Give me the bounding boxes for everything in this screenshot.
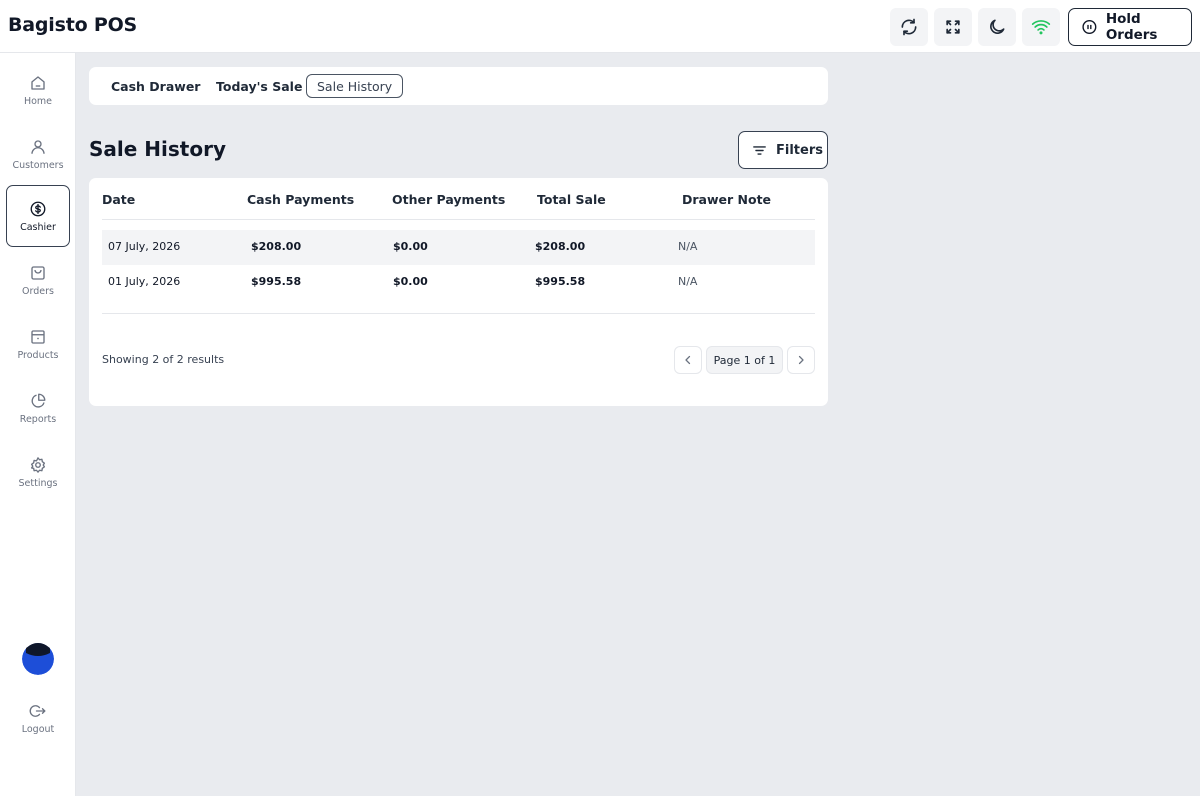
divider [102, 313, 815, 314]
logout-button[interactable]: Logout [6, 687, 70, 749]
sidebar-item-settings[interactable]: Settings [6, 441, 70, 503]
hold-orders-label: Hold Orders [1105, 11, 1158, 43]
pie-chart-icon [31, 393, 46, 408]
fullscreen-button[interactable] [934, 8, 972, 46]
cell-total-sale: $208.00 [535, 240, 586, 253]
column-header-cash-payments[interactable]: Cash Payments [247, 192, 354, 207]
sidebar-item-label: Products [17, 349, 59, 361]
column-header-other-payments[interactable]: Other Payments [392, 192, 505, 207]
results-count: Showing 2 of 2 results [102, 353, 225, 366]
moon-icon [990, 19, 1005, 34]
cell-total-sale: $995.58 [535, 275, 586, 288]
sidebar-item-label: Cashier [20, 221, 56, 233]
table-row[interactable]: 07 July, 2026 $208.00 $0.00 $208.00 N/A [102, 230, 815, 265]
pause-icon [1082, 19, 1097, 35]
sidebar-item-label: Orders [22, 285, 54, 297]
sidebar-item-label: Settings [18, 477, 58, 489]
refresh-icon [901, 18, 917, 36]
cell-other-payments: $0.00 [393, 275, 428, 288]
app-title: Bagisto POS [8, 14, 138, 36]
avatar[interactable] [22, 643, 54, 675]
cell-cash-payments: $208.00 [251, 240, 302, 253]
filters-label: Filters [776, 142, 823, 158]
page-title: Sale History [89, 137, 226, 161]
previous-page-button[interactable] [674, 346, 702, 374]
avatar-image [22, 643, 54, 675]
sidebar-item-orders[interactable]: Orders [6, 249, 70, 311]
fullscreen-icon [946, 20, 960, 34]
cell-date: 01 July, 2026 [108, 275, 181, 288]
sidebar-item-products[interactable]: Products [6, 313, 70, 375]
table-header: Date Cash Payments Other Payments Total … [102, 178, 815, 220]
top-bar: Bagisto POS Hold Orders [0, 0, 1200, 53]
tab-sale-history[interactable]: Sale History [306, 74, 404, 98]
cell-drawer-note: N/A [678, 240, 698, 253]
cell-drawer-note: N/A [678, 275, 698, 288]
sidebar-item-label: Customers [12, 159, 64, 171]
column-header-date[interactable]: Date [102, 192, 135, 207]
table-row[interactable]: 01 July, 2026 $995.58 $0.00 $995.58 N/A [102, 265, 815, 300]
page-indicator: Page 1 of 1 [706, 346, 783, 374]
user-icon [31, 139, 45, 154]
sidebar-item-label: Home [23, 95, 53, 107]
network-status-button[interactable] [1022, 8, 1060, 46]
tab-todays-sale[interactable]: Today's Sale [205, 74, 313, 98]
chevron-left-icon [685, 355, 691, 365]
sidebar: Home Customers Cashier Orders Products R… [0, 53, 76, 796]
sidebar-item-customers[interactable]: Customers [6, 123, 70, 185]
column-header-drawer-note[interactable]: Drawer Note [682, 192, 771, 207]
logout-icon [29, 704, 46, 717]
column-header-total-sale[interactable]: Total Sale [537, 192, 606, 207]
dollar-circle-icon [30, 201, 46, 216]
shopping-bag-icon [31, 265, 45, 280]
hold-orders-button[interactable]: Hold Orders [1068, 8, 1192, 46]
gear-icon [30, 456, 46, 473]
tab-cash-drawer[interactable]: Cash Drawer [100, 74, 211, 98]
home-icon [31, 75, 45, 90]
sidebar-item-home[interactable]: Home [6, 59, 70, 121]
filters-button[interactable]: Filters [738, 131, 828, 169]
box-icon [31, 329, 45, 344]
sidebar-item-cashier[interactable]: Cashier [6, 185, 70, 247]
sidebar-item-label: Reports [19, 413, 57, 425]
cell-cash-payments: $995.58 [251, 275, 302, 288]
wifi-icon [1031, 20, 1051, 35]
tab-bar: Cash Drawer Today's Sale Sale History [89, 67, 828, 105]
cell-other-payments: $0.00 [393, 240, 428, 253]
cell-date: 07 July, 2026 [108, 240, 181, 253]
sidebar-item-reports[interactable]: Reports [6, 377, 70, 439]
next-page-button[interactable] [787, 346, 815, 374]
chevron-right-icon [798, 355, 804, 365]
dark-mode-button[interactable] [978, 8, 1016, 46]
filter-icon [753, 145, 766, 155]
sale-history-table: Date Cash Payments Other Payments Total … [89, 178, 828, 406]
refresh-button[interactable] [890, 8, 928, 46]
logout-label: Logout [21, 723, 55, 735]
